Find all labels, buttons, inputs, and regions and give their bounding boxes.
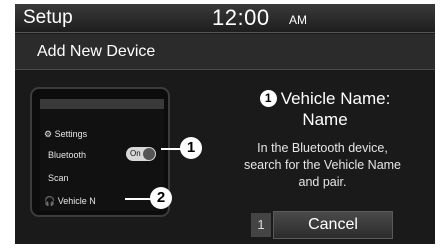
- bluetooth-toggle: On: [126, 147, 156, 161]
- phone-settings-row: ⚙ Settings: [44, 129, 87, 140]
- phone-status-bar: [40, 99, 164, 109]
- phone-vehicle-label: Vehicle N: [57, 196, 96, 206]
- subheader-bar: Add New Device: [15, 34, 435, 70]
- vehicle-name-label: Vehicle Name:: [280, 89, 391, 108]
- page-title: Add New Device: [37, 43, 156, 60]
- toggle-label: On: [130, 149, 141, 158]
- vehicle-name-value: Name: [302, 110, 348, 129]
- headphone-icon: 🎧: [44, 196, 56, 206]
- toggle-knob: [143, 148, 155, 160]
- phone-screen: ⚙ Settings Bluetooth On Scan 🎧 Vehicle N: [40, 99, 164, 211]
- gear-icon: ⚙: [44, 129, 53, 139]
- phone-bluetooth-label: Bluetooth: [48, 150, 87, 160]
- callout-2: 2: [150, 187, 172, 209]
- instruction-line-1: In the Bluetooth device,: [257, 141, 388, 155]
- status-bar: Setup 12:00 AM: [15, 4, 435, 33]
- screen-title: Setup: [23, 7, 73, 28]
- clock-ampm: AM: [289, 13, 307, 27]
- head-unit-screen: Setup 12:00 AM Add New Device ⚙ Settings…: [15, 4, 435, 244]
- callout-1-leader: [161, 148, 181, 150]
- phone-settings-label: Settings: [54, 129, 88, 139]
- vehicle-name-heading: 1 Vehicle Name: Name: [225, 88, 425, 130]
- softkey-number: 1: [251, 213, 271, 237]
- instruction-line-3: and pair.: [298, 175, 347, 189]
- info-number-badge: 1: [259, 90, 277, 107]
- callout-1: 1: [180, 137, 202, 159]
- instruction-line-2: search for the Vehicle Name: [243, 158, 402, 172]
- pairing-instructions: In the Bluetooth device, search for the …: [215, 140, 430, 191]
- clock-time: 12:00: [212, 5, 270, 30]
- phone-scan-label: Scan: [48, 173, 69, 183]
- cancel-button[interactable]: Cancel: [273, 211, 393, 239]
- callout-2-leader: [125, 198, 151, 200]
- phone-vehicle-row: 🎧 Vehicle N: [44, 196, 96, 207]
